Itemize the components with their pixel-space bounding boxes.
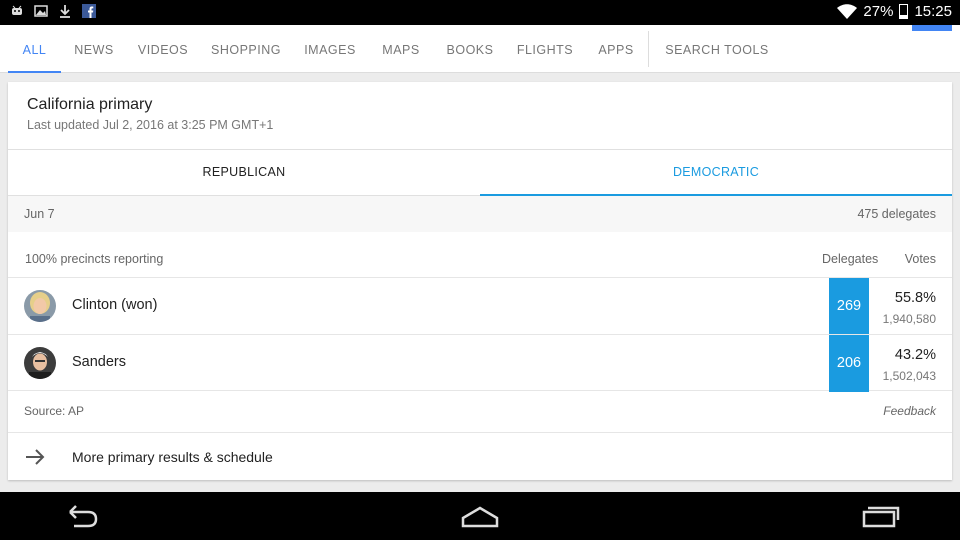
- image-icon: [34, 5, 48, 17]
- facebook-icon: [82, 4, 96, 18]
- last-updated: Last updated Jul 2, 2016 at 3:25 PM GMT+…: [27, 118, 274, 132]
- back-icon[interactable]: [60, 502, 100, 530]
- tabs-divider: [648, 31, 649, 67]
- tab-books[interactable]: BOOKS: [440, 25, 500, 73]
- tab-maps[interactable]: MAPS: [374, 25, 428, 73]
- more-results-link[interactable]: More primary results & schedule: [8, 432, 952, 480]
- vote-percent: 43.2%: [894, 347, 936, 363]
- tab-images[interactable]: IMAGES: [298, 25, 362, 73]
- candidate-row[interactable]: Sanders 206 43.2% 1,502,043: [8, 334, 952, 392]
- arrow-right-icon: [26, 449, 45, 465]
- delegates-bar: 269: [829, 278, 869, 335]
- card-title: California primary: [27, 96, 153, 113]
- system-indicators: 27% 15:25: [837, 3, 952, 20]
- battery-fill: [900, 14, 908, 18]
- download-icon: [60, 5, 70, 18]
- source-label: Source: AP: [24, 404, 85, 418]
- vote-count: 1,940,580: [882, 312, 936, 326]
- recent-apps-icon[interactable]: [860, 502, 900, 530]
- avatar: [24, 290, 56, 322]
- candidate-name: Sanders: [72, 354, 127, 370]
- tab-videos[interactable]: VIDEOS: [132, 25, 194, 73]
- wifi-icon: [837, 3, 858, 19]
- clock: 15:25: [914, 3, 952, 20]
- candidate-row[interactable]: Clinton (won) 269 55.8% 1,940,580: [8, 277, 952, 335]
- delegates-total: 475 delegates: [857, 207, 936, 221]
- tab-republican[interactable]: REPUBLICAN: [8, 150, 480, 196]
- primary-results-card: California primary Last updated Jul 2, 2…: [8, 82, 952, 480]
- delegates-column-header: Delegates: [822, 252, 879, 266]
- vote-count: 1,502,043: [882, 369, 936, 383]
- tab-shopping[interactable]: SHOPPING: [206, 25, 286, 73]
- tab-flights[interactable]: FLIGHTS: [512, 25, 578, 73]
- status-bar: 27% 15:25: [0, 0, 960, 25]
- usb-debug-icon: [12, 5, 22, 15]
- account-strip: [912, 25, 952, 31]
- avatar: [24, 347, 56, 379]
- precincts-reporting: 100% precincts reporting: [25, 252, 164, 266]
- battery-icon: [899, 4, 909, 19]
- tab-all[interactable]: ALL: [8, 25, 61, 73]
- home-icon[interactable]: [460, 502, 500, 530]
- candidate-name: Clinton (won): [72, 297, 158, 313]
- votes-column-header: Votes: [904, 252, 936, 266]
- navigation-bar: [0, 492, 960, 540]
- feedback-link[interactable]: Feedback: [883, 404, 936, 418]
- primary-date: Jun 7: [24, 207, 55, 221]
- battery-percent: 27%: [863, 3, 894, 20]
- more-results-label: More primary results & schedule: [72, 449, 273, 465]
- tab-news[interactable]: NEWS: [66, 25, 122, 73]
- delegates-bar: 206: [829, 335, 869, 392]
- tab-democratic[interactable]: DEMOCRATIC: [480, 150, 952, 196]
- vote-percent: 55.8%: [894, 290, 936, 306]
- tab-search-tools[interactable]: SEARCH TOOLS: [662, 25, 772, 73]
- notification-icons: [10, 4, 96, 18]
- party-tabs: REPUBLICAN DEMOCRATIC: [8, 149, 952, 196]
- date-band: Jun 7 475 delegates: [8, 196, 952, 232]
- tab-apps[interactable]: APPS: [590, 25, 642, 73]
- search-tabs-bar: ALL NEWS VIDEOS SHOPPING IMAGES MAPS BOO…: [0, 25, 960, 73]
